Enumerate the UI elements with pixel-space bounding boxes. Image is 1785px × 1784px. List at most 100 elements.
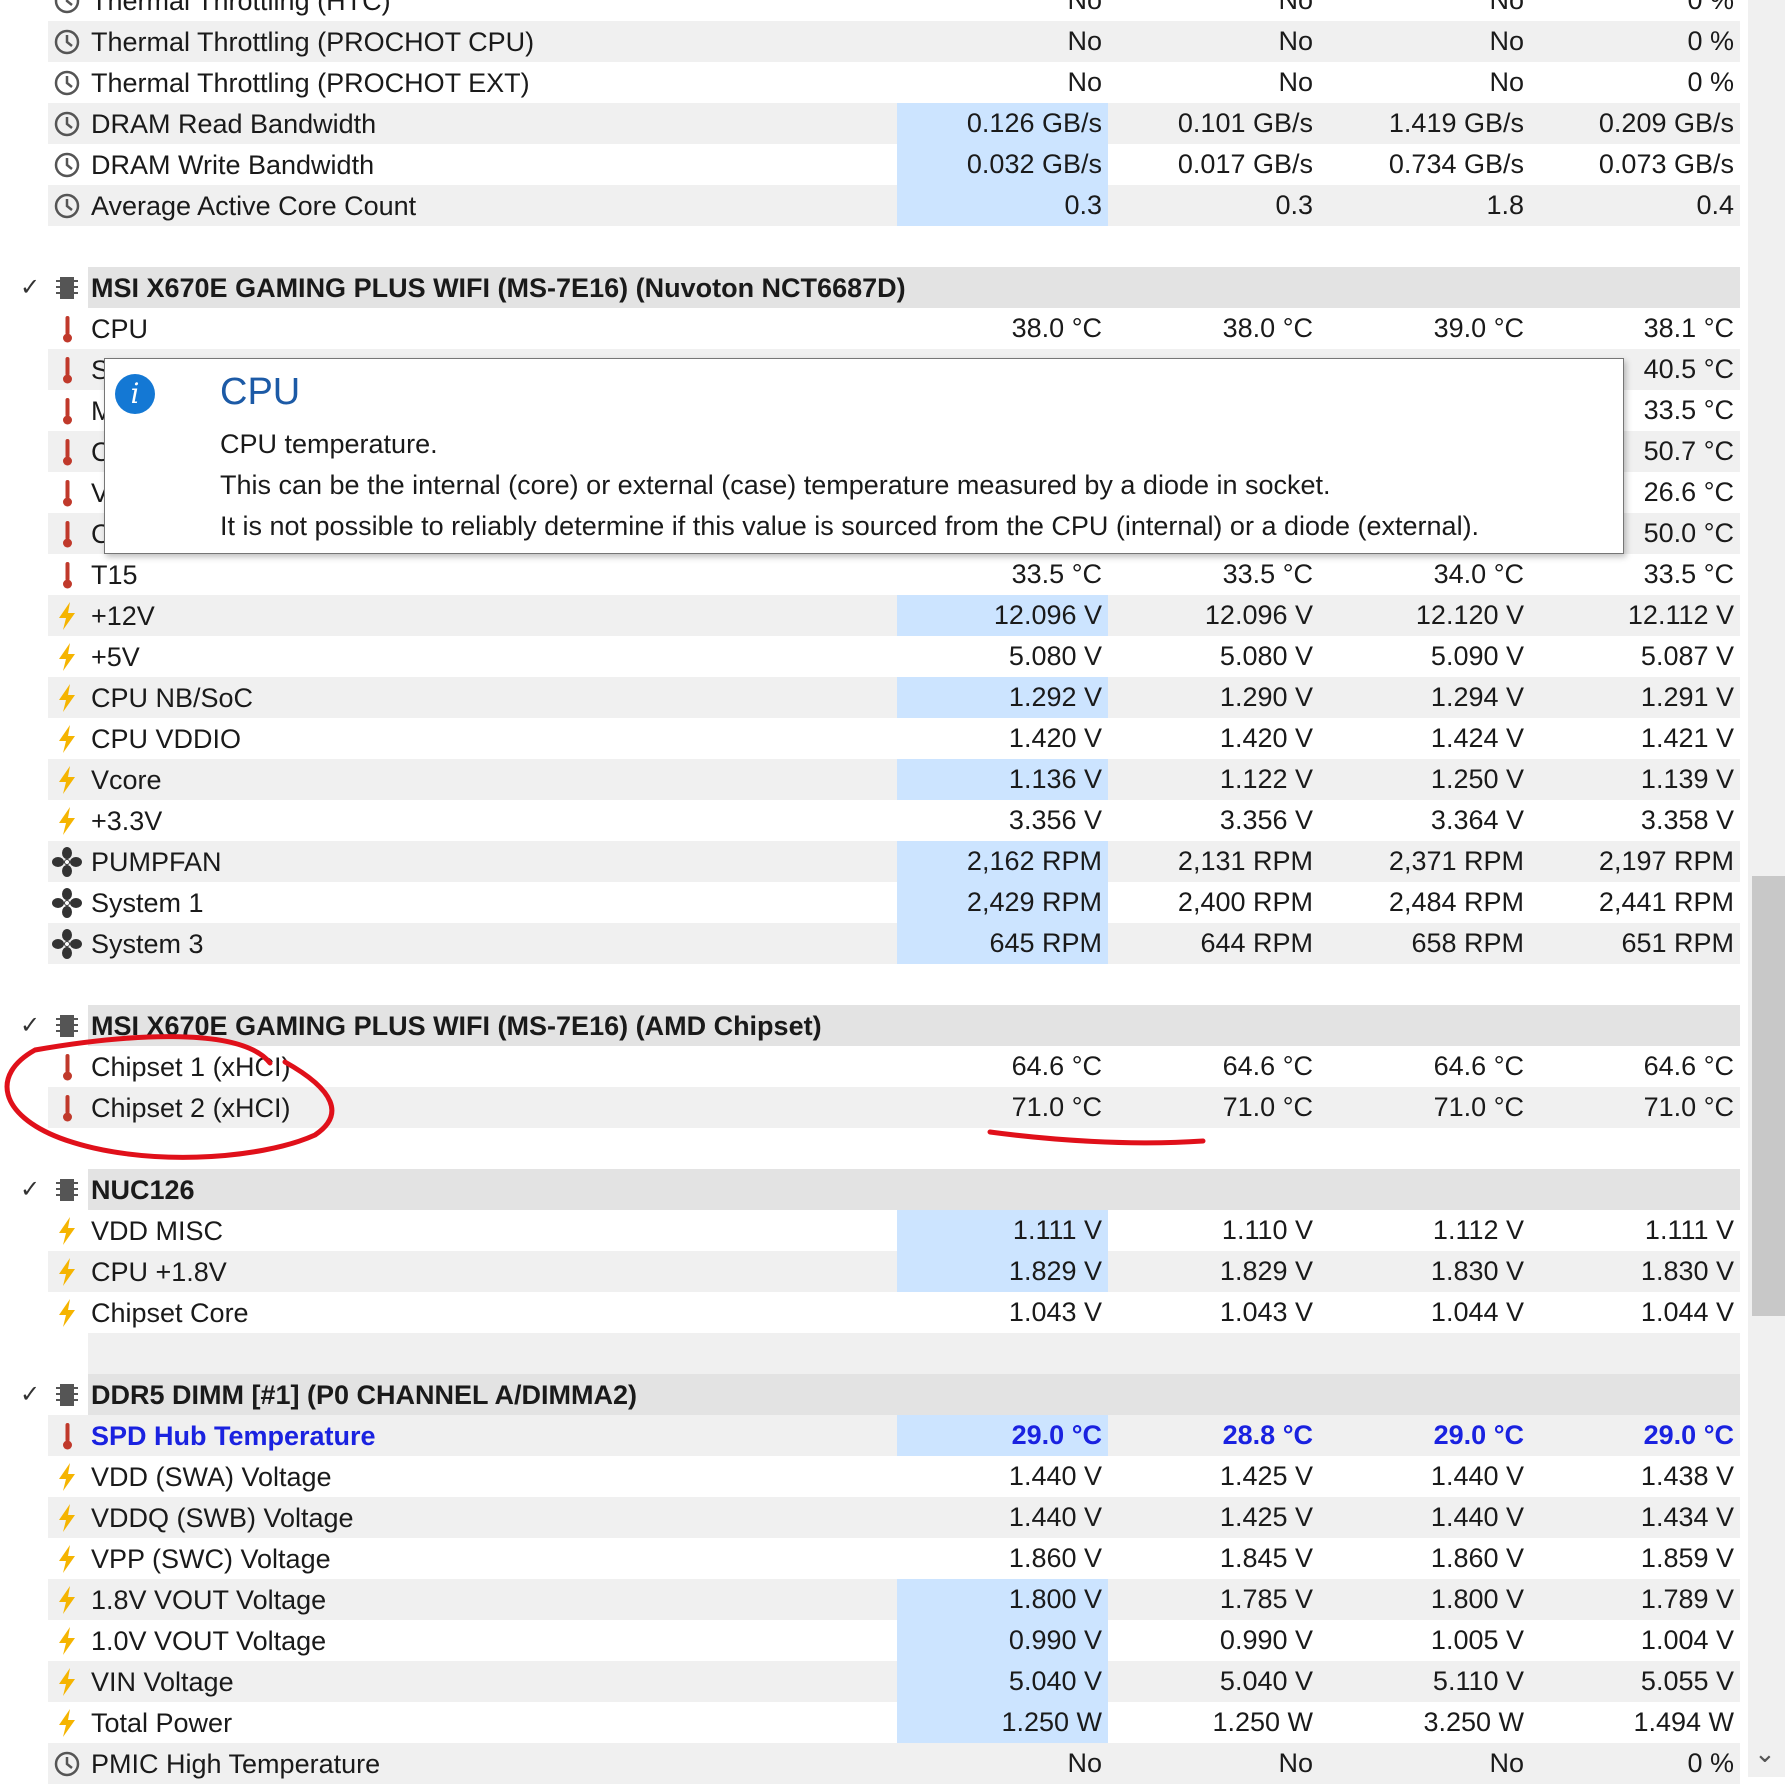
sensor-value: 1.111 V	[1644, 1215, 1734, 1245]
group-title: MSI X670E GAMING PLUS WIFI (MS-7E16) (AM…	[91, 1011, 822, 1041]
bolt-icon	[52, 1667, 82, 1697]
collapse-check-icon[interactable]: ✓	[20, 273, 40, 302]
chip-icon	[56, 1013, 78, 1039]
collapse-check-icon[interactable]: ✓	[20, 1011, 40, 1040]
group-header-row[interactable]: ✓ NUC126	[0, 1169, 1740, 1210]
sensor-row[interactable]: Average Active Core Count 0.3 0.3 1.8 0.4	[0, 185, 1740, 226]
sensor-row[interactable]: VPP (SWC) Voltage 1.860 V 1.845 V 1.860 V 1.…	[0, 1538, 1740, 1579]
thermometer-icon	[52, 519, 82, 549]
sensor-row[interactable]: SPD Hub Temperature 29.0 °C 28.8 °C 29.0 °C…	[0, 1415, 1740, 1456]
sensor-row[interactable]: CPU VDDIO 1.420 V 1.420 V 1.424 V 1.421 V	[0, 718, 1740, 759]
sensor-row[interactable]: CPU +1.8V 1.829 V 1.829 V 1.830 V 1.830 V	[0, 1251, 1740, 1292]
sensor-value: 1.043 V	[1219, 1297, 1313, 1327]
scrollbar-thumb[interactable]	[1752, 876, 1785, 1316]
sensor-row[interactable]: DRAM Write Bandwidth 0.032 GB/s 0.017 GB/s…	[0, 144, 1740, 185]
sensor-value: 1.789 V	[1640, 1584, 1734, 1614]
sensor-row[interactable]: CPU NB/SoC 1.292 V 1.290 V 1.294 V 1.291 V	[0, 677, 1740, 718]
collapse-check-icon[interactable]: ✓	[20, 1175, 40, 1204]
sensor-value: 3.356 V	[1008, 805, 1102, 835]
sensor-label: Thermal Throttling (HTC)	[91, 0, 391, 16]
fan-icon	[52, 929, 82, 959]
sensor-row[interactable]: T15 33.5 °C 33.5 °C 34.0 °C 33.5 °C	[0, 554, 1740, 595]
sensor-row[interactable]: Thermal Throttling (PROCHOT EXT) No No No 0 …	[0, 62, 1740, 103]
sensor-value: 1.292 V	[897, 677, 1108, 718]
sensor-label: VDD MISC	[91, 1216, 224, 1246]
sensor-value: 1.440 V	[1430, 1502, 1524, 1532]
row-band	[88, 1169, 1740, 1210]
sensor-value: 64.6 °C	[1222, 1051, 1313, 1081]
sensor-row[interactable]: CPU 38.0 °C 38.0 °C 39.0 °C 38.1 °C	[0, 308, 1740, 349]
sensor-value: 33.5 °C	[1643, 559, 1734, 589]
sensor-value: No	[1489, 0, 1524, 15]
sensor-row[interactable]: +12V 12.096 V 12.096 V 12.120 V 12.112 V	[0, 595, 1740, 636]
sensor-value: No	[1278, 67, 1313, 97]
sensor-value: 1.425 V	[1219, 1502, 1313, 1532]
sensor-value: 1.859 V	[1640, 1543, 1734, 1573]
sensor-value: No	[1067, 1748, 1102, 1778]
sensor-row[interactable]: 1.8V VOUT Voltage 1.800 V 1.785 V 1.800 V 1.…	[0, 1579, 1740, 1620]
sensor-row[interactable]: VDDQ (SWB) Voltage 1.440 V 1.425 V 1.440 V 1…	[0, 1497, 1740, 1538]
sensor-value: 1.434 V	[1640, 1502, 1734, 1532]
sensor-value: 2,162 RPM	[897, 841, 1108, 882]
group-header-row[interactable]: ✓ MSI X670E GAMING PLUS WIFI (MS-7E16) (A…	[0, 1005, 1740, 1046]
sensor-value: 1.440 V	[1008, 1461, 1102, 1491]
sensor-value: 1.830 V	[1430, 1256, 1524, 1286]
sensor-value: 29.0 °C	[1433, 1420, 1524, 1450]
sensor-value: 1.122 V	[1219, 764, 1313, 794]
sensor-value: No	[1278, 1748, 1313, 1778]
sensor-value: 0.990 V	[897, 1620, 1108, 1661]
tooltip-title: CPU	[220, 371, 301, 413]
sensor-value: 39.0 °C	[1433, 313, 1524, 343]
sensor-row[interactable]: VDD (SWA) Voltage 1.440 V 1.425 V 1.440 V 1.…	[0, 1456, 1740, 1497]
sensor-row[interactable]: Total Power 1.250 W 1.250 W 3.250 W 1.494 W	[0, 1702, 1740, 1743]
sensor-value: 12.096 V	[1204, 600, 1313, 630]
sensor-value: 0.126 GB/s	[897, 103, 1108, 144]
sensor-row[interactable]: Chipset Core 1.043 V 1.043 V 1.044 V 1.044 V	[0, 1292, 1740, 1333]
sensor-value: No	[1067, 67, 1102, 97]
sensor-value: 64.6 °C	[1011, 1051, 1102, 1081]
sensor-row[interactable]: System 1 2,429 RPM 2,400 RPM 2,484 RPM 2,441…	[0, 882, 1740, 923]
sensor-value: 1.004 V	[1640, 1625, 1734, 1655]
sensor-row[interactable]: System 3 645 RPM 644 RPM 658 RPM 651 RPM	[0, 923, 1740, 964]
sensor-row[interactable]: +3.3V 3.356 V 3.356 V 3.364 V 3.358 V	[0, 800, 1740, 841]
group-header-row[interactable]: ✓ MSI X670E GAMING PLUS WIFI (MS-7E16) (N…	[0, 267, 1740, 308]
sensor-row[interactable]: 1.0V VOUT Voltage 0.990 V 0.990 V 1.005 V 1.…	[0, 1620, 1740, 1661]
sensor-row[interactable]: Vcore 1.136 V 1.122 V 1.250 V 1.139 V	[0, 759, 1740, 800]
clock-icon	[52, 27, 82, 57]
chip-icon	[56, 275, 78, 301]
sensor-row[interactable]: Chipset 1 (xHCI) 64.6 °C 64.6 °C 64.6 °C 64.…	[0, 1046, 1740, 1087]
sensor-value: 1.424 V	[1430, 723, 1524, 753]
sensor-row[interactable]: +5V 5.080 V 5.080 V 5.090 V 5.087 V	[0, 636, 1740, 677]
sensor-row[interactable]: PMIC High Temperature No No No 0 %	[0, 1743, 1740, 1784]
bolt-icon	[52, 1708, 82, 1738]
thermometer-icon	[52, 478, 82, 508]
sensor-row[interactable]: Thermal Throttling (HTC) No No No 0 %	[0, 0, 1740, 21]
sensor-label: CPU VDDIO	[91, 724, 242, 754]
sensor-value: 71.0 °C	[1222, 1092, 1313, 1122]
sensor-value: 0.073 GB/s	[1598, 149, 1734, 179]
sensor-value: 12.120 V	[1415, 600, 1524, 630]
sensor-value: 1.250 W	[1212, 1707, 1313, 1737]
bolt-icon	[52, 1462, 82, 1492]
clock-icon	[52, 0, 82, 16]
sensor-label: Vcore	[91, 765, 162, 795]
sensor-row[interactable]: Thermal Throttling (PROCHOT CPU) No No No 0 …	[0, 21, 1740, 62]
sensor-value: 1.425 V	[1219, 1461, 1313, 1491]
bolt-icon	[52, 683, 82, 713]
sensor-row[interactable]: Chipset 2 (xHCI) 71.0 °C 71.0 °C 71.0 °C 71.…	[0, 1087, 1740, 1128]
collapse-check-icon[interactable]: ✓	[20, 1380, 40, 1409]
sensor-value: 0 %	[1687, 67, 1734, 97]
spacer-row	[0, 226, 1740, 267]
sensor-row[interactable]: VIN Voltage 5.040 V 5.040 V 5.110 V 5.055 V	[0, 1661, 1740, 1702]
bolt-icon	[52, 806, 82, 836]
bolt-icon	[52, 601, 82, 631]
sensor-row[interactable]: VDD MISC 1.111 V 1.110 V 1.112 V 1.111 V	[0, 1210, 1740, 1251]
sensor-value: 12.096 V	[897, 595, 1108, 636]
sensor-row[interactable]: DRAM Read Bandwidth 0.126 GB/s 0.101 GB/s 1…	[0, 103, 1740, 144]
sensor-value: 1.112 V	[1432, 1215, 1524, 1245]
sensor-value: No	[1278, 26, 1313, 56]
scroll-down-arrow-icon[interactable]: ⌄	[1754, 1738, 1776, 1769]
sensor-label: PMIC High Temperature	[91, 1749, 381, 1779]
group-header-row[interactable]: ✓ DDR5 DIMM [#1] (P0 CHANNEL A/DIMMA2)	[0, 1374, 1740, 1415]
sensor-row[interactable]: PUMPFAN 2,162 RPM 2,131 RPM 2,371 RPM 2,197 …	[0, 841, 1740, 882]
